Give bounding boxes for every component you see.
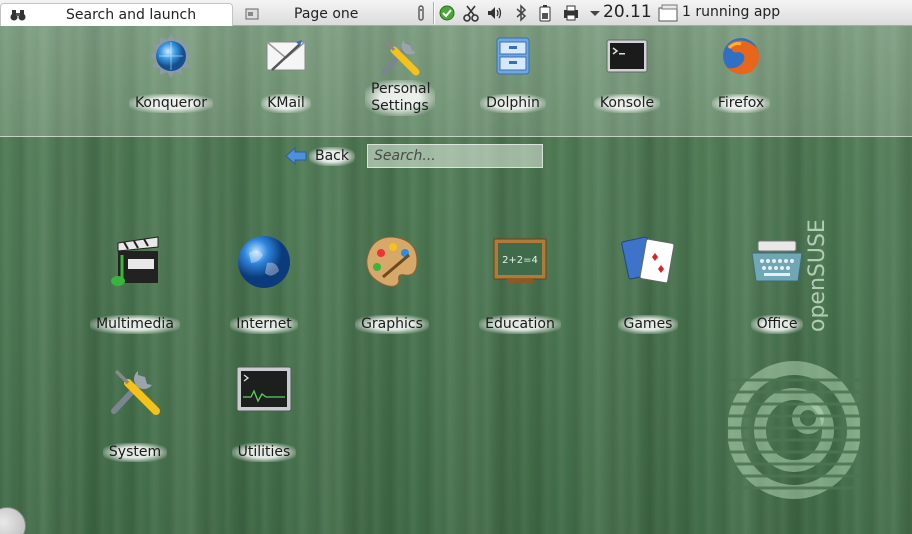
search-input[interactable] [367,144,543,168]
category-games[interactable]: Games [593,233,703,334]
education-icon: 2+2=4 [493,238,547,283]
graphics-icon [366,236,418,287]
binoculars-icon [10,10,26,21]
window-icon [658,4,678,22]
favorite-label: Firefox [711,94,771,113]
favorite-label: Konsole [593,94,661,113]
konsole-icon [606,39,648,73]
running-apps-label[interactable]: 1 running app [682,4,780,20]
favorite-label: Dolphin [480,94,546,113]
personal-settings-icon [381,39,420,76]
svg-text:2+2=4: 2+2=4 [502,255,538,266]
opensuse-logo [728,361,860,499]
konqueror-icon [150,34,192,78]
games-icon [621,236,675,284]
category-label: Utilities [231,443,297,462]
system-icon [111,369,160,415]
bluetooth-icon[interactable] [512,4,530,22]
firefox-icon [723,38,759,75]
tab-label: Search and launch [66,7,197,23]
back-button[interactable]: Back [285,146,355,166]
favorite-kmail[interactable]: KMail [236,32,336,113]
multimedia-icon [111,236,159,286]
favorite-label: Konqueror [128,94,214,113]
dolphin-icon [496,37,530,75]
category-system[interactable]: System [80,361,190,462]
network-icon[interactable] [438,4,456,22]
page-icon [245,8,259,20]
category-label: Multimedia [90,315,180,334]
category-education[interactable]: 2+2=4 Education [465,233,575,334]
favorite-personal-settings[interactable]: Personal Settings [350,32,450,116]
tab-search-and-launch[interactable]: Search and launch [0,3,233,26]
favorite-konqueror[interactable]: Konqueror [121,32,221,113]
category-internet[interactable]: Internet [209,233,319,334]
dropdown-arrow-icon[interactable] [586,4,604,22]
favorite-firefox[interactable]: Firefox [691,32,791,113]
category-label: Graphics [355,315,429,334]
info-icon[interactable] [412,4,430,22]
favorite-label: Personal Settings [365,80,435,116]
category-multimedia[interactable]: Multimedia [80,233,190,334]
category-utilities[interactable]: Utilities [209,361,319,462]
printer-icon[interactable] [562,4,580,22]
corner-button[interactable] [0,507,26,534]
category-label: System [102,443,168,462]
office-icon [751,240,803,282]
opensuse-wordmark: openSUSE [806,219,828,332]
tab-label: Page one [294,6,359,22]
internet-icon [238,236,290,288]
top-panel: Search and launch Page one 20.11 1 runni… [0,0,912,26]
category-label: Games [617,315,679,334]
favorite-label: KMail [261,94,311,113]
utilities-icon [236,366,292,412]
tab-page-one[interactable]: Page one [236,3,411,26]
svg-text:openSUSE: openSUSE [806,219,828,332]
battery-icon[interactable] [536,4,554,22]
category-label: Office [750,315,804,334]
category-label: Internet [230,315,298,334]
favorite-konsole[interactable]: Konsole [577,32,677,113]
favorite-dolphin[interactable]: Dolphin [463,32,563,113]
kmail-icon [266,40,306,71]
back-arrow-icon [285,147,307,165]
back-label: Back [309,146,355,166]
favorites-strip: Konqueror KMail Personal Settings Dolphi… [0,26,912,137]
category-label: Education [479,315,561,334]
scissors-icon[interactable] [462,4,480,22]
category-graphics[interactable]: Graphics [337,233,447,334]
clock[interactable]: 20.11 [603,2,652,22]
tray-divider [433,2,435,24]
volume-icon[interactable] [486,4,504,22]
